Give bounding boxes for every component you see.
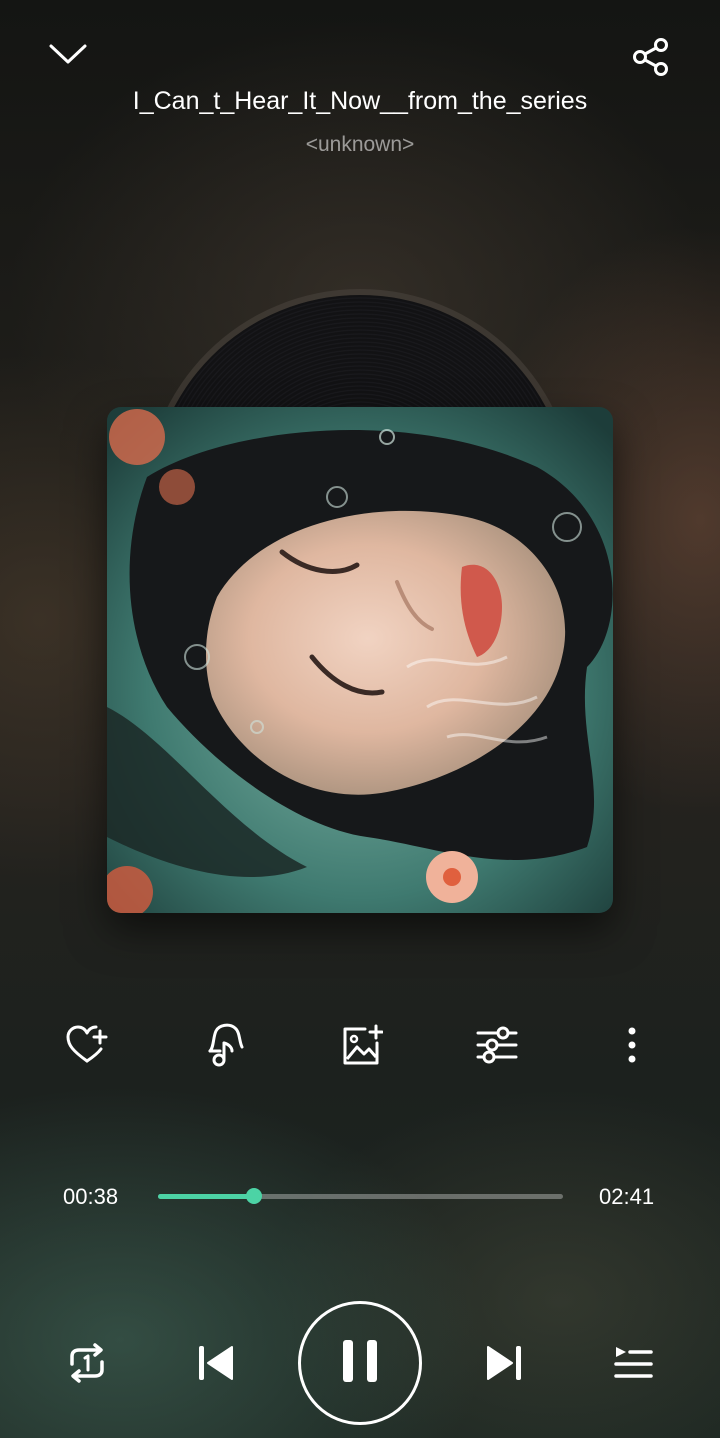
share-icon bbox=[631, 37, 671, 77]
queue-button[interactable] bbox=[608, 1340, 658, 1386]
equalizer-button[interactable] bbox=[472, 1022, 522, 1068]
track-artist: <unknown> bbox=[305, 133, 415, 156]
more-vertical-icon bbox=[627, 1027, 637, 1063]
pause-button[interactable] bbox=[298, 1301, 422, 1425]
heart-plus-icon bbox=[65, 1025, 109, 1065]
skip-next-icon bbox=[486, 1344, 524, 1382]
now-playing-screen: I_Can_t_Hear_It_Now__from_the_series <un… bbox=[0, 0, 720, 1438]
collapse-button[interactable] bbox=[44, 36, 92, 72]
skip-previous-icon bbox=[196, 1344, 234, 1382]
previous-button[interactable] bbox=[192, 1340, 238, 1386]
track-title: I_Can_t_Hear_It_Now__from_the_series bbox=[132, 87, 588, 115]
playlist-icon bbox=[613, 1345, 653, 1381]
album-art bbox=[107, 407, 613, 913]
seek-bar-progress bbox=[158, 1194, 254, 1199]
repeat-button[interactable] bbox=[62, 1340, 112, 1386]
favorite-button[interactable] bbox=[62, 1021, 112, 1069]
more-options-button[interactable] bbox=[612, 1022, 652, 1068]
total-time: 02:41 bbox=[599, 1184, 655, 1209]
sliders-icon bbox=[475, 1025, 519, 1065]
current-time: 00:38 bbox=[63, 1184, 119, 1209]
seek-bar-thumb[interactable] bbox=[245, 1188, 262, 1204]
ringtone-button[interactable] bbox=[199, 1019, 249, 1069]
pause-icon bbox=[340, 1338, 380, 1389]
chevron-down-icon bbox=[48, 42, 88, 66]
bell-music-icon bbox=[202, 1021, 246, 1067]
repeat-one-icon bbox=[64, 1342, 110, 1384]
change-cover-button[interactable] bbox=[336, 1020, 386, 1070]
seek-bar[interactable] bbox=[158, 1188, 563, 1204]
next-button[interactable] bbox=[482, 1340, 528, 1386]
image-add-icon bbox=[339, 1023, 383, 1067]
share-button[interactable] bbox=[628, 34, 674, 80]
